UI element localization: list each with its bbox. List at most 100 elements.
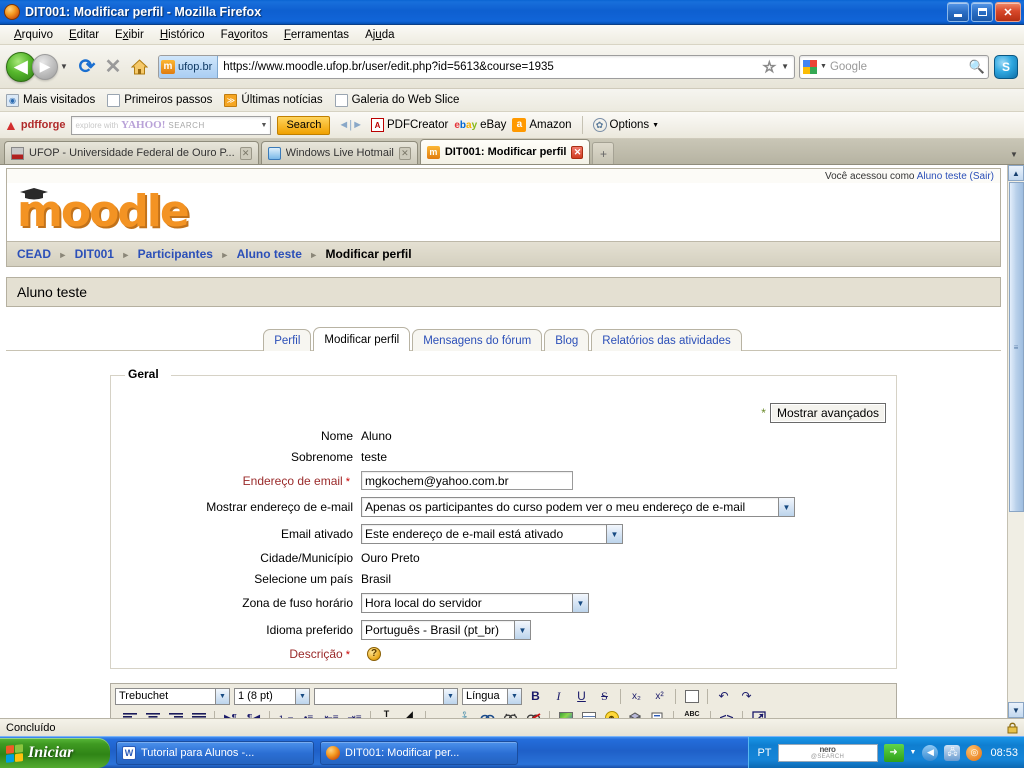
unlink-button[interactable] — [501, 709, 520, 718]
search-engine-dropdown-button[interactable]: ▼ — [820, 63, 827, 70]
minimize-button[interactable] — [947, 2, 969, 22]
maximize-button[interactable] — [971, 2, 993, 22]
language-select[interactable]: Português - Brasil (pt_br) ▼ — [361, 620, 531, 640]
reload-button[interactable]: ⟳ — [74, 54, 100, 80]
language-editor-select[interactable]: Língua ▼ — [462, 687, 522, 705]
breadcrumb-dit001[interactable]: DIT001 — [75, 247, 114, 261]
text-direction-rtl-button[interactable]: ¶◀ — [244, 709, 263, 719]
remove-link-button[interactable] — [524, 709, 543, 718]
redo-button[interactable]: ↷ — [737, 687, 756, 705]
tab-dit001-modificar-perfil[interactable]: m DIT001: Modificar perfil ✕ — [419, 139, 591, 164]
insert-emoticon-button[interactable]: ☻ — [602, 709, 621, 718]
chevron-down-icon[interactable]: ▼ — [910, 749, 917, 756]
network-icon[interactable]: 🖧 — [944, 744, 961, 761]
email-enabled-select[interactable]: Este endereço de e-mail está ativado ▼ — [361, 524, 623, 544]
bold-button[interactable]: B — [526, 687, 545, 705]
logout-link[interactable]: (Sair) — [970, 171, 994, 182]
tab-perfil[interactable]: Perfil — [263, 329, 312, 351]
stop-button[interactable]: ✕ — [100, 54, 126, 80]
tab-blog[interactable]: Blog — [544, 329, 590, 351]
unordered-list-button[interactable]: •≡ — [299, 709, 318, 719]
toolbar-pdfcreator[interactable]: A PDFCreator — [370, 118, 448, 132]
strikethrough-button[interactable]: S — [595, 687, 614, 705]
tab-mensagens-do-forum[interactable]: Mensagens do fórum — [412, 329, 543, 351]
font-family-select[interactable]: Trebuchet ▼ — [115, 687, 230, 705]
align-justify-button[interactable] — [189, 709, 208, 718]
close-icon[interactable]: ✕ — [398, 146, 411, 160]
align-center-button[interactable] — [143, 709, 162, 718]
font-color-button[interactable]: T — [377, 709, 396, 719]
toolbar-ebay[interactable]: ebay eBay — [454, 119, 506, 131]
insert-link-button[interactable] — [478, 709, 497, 718]
menu-exibir[interactable]: Exibir — [107, 27, 152, 43]
undo-button[interactable]: ↶ — [714, 687, 733, 705]
yahoo-search-input[interactable]: explore with YAHOO! SEARCH ▼ — [71, 115, 272, 135]
login-user-link[interactable]: Aluno teste — [917, 171, 967, 182]
nero-search-box[interactable]: nero @SEARCH — [777, 743, 878, 762]
search-input[interactable]: Google — [830, 61, 966, 73]
tab-ufop[interactable]: UFOP - Universidade Federal de Ouro P...… — [4, 141, 259, 164]
underline-button[interactable]: U — [572, 687, 591, 705]
toolbar-grip[interactable]: ◄|► — [336, 119, 365, 131]
scrollbar-thumb[interactable]: ≡ — [1008, 182, 1024, 512]
url-dropdown-button[interactable]: ▼ — [779, 62, 794, 71]
bookmark-primeiros-passos[interactable]: Primeiros passos — [107, 93, 212, 107]
insert-table-button[interactable] — [579, 709, 598, 718]
horizontal-rule-button[interactable]: — — [432, 709, 451, 718]
paste-button[interactable] — [648, 709, 667, 718]
search-bar[interactable]: ▼ Google 🔍 — [799, 54, 989, 79]
menu-editar[interactable]: Editar — [61, 27, 107, 43]
text-direction-ltr-button[interactable]: ▶¶ — [221, 709, 240, 719]
skype-button[interactable]: S — [994, 54, 1018, 79]
breadcrumb-participantes[interactable]: Participantes — [138, 247, 213, 261]
font-size-select[interactable]: 1 (8 pt) ▼ — [234, 687, 310, 705]
search-icon[interactable]: 🔍 — [969, 59, 985, 75]
toolbar-options-button[interactable]: ✿ Options ▼ — [592, 118, 659, 132]
update-icon[interactable]: ◎ — [966, 744, 983, 761]
scroll-down-button[interactable]: ▼ — [1008, 702, 1024, 718]
start-button[interactable]: Iniciar — [0, 738, 110, 768]
menu-ferramentas[interactable]: Ferramentas — [276, 27, 357, 43]
url-bar[interactable]: m ufop.br https://www.moodle.ufop.br/use… — [158, 54, 795, 79]
url-input[interactable]: https://www.moodle.ufop.br/user/edit.php… — [218, 61, 759, 73]
email-input[interactable]: mgkochem@yahoo.com.br — [361, 471, 573, 490]
align-left-button[interactable] — [120, 709, 139, 718]
toolbar-amazon[interactable]: a Amazon — [512, 118, 572, 132]
menu-historico[interactable]: Histórico — [152, 27, 213, 43]
home-button[interactable] — [126, 54, 152, 80]
history-dropdown-button[interactable]: ▼ — [58, 54, 70, 80]
menu-ajuda[interactable]: Ajuda — [357, 27, 402, 43]
outdent-button[interactable]: ⇤≡ — [322, 709, 341, 719]
subscript-button[interactable]: x₂ — [627, 687, 646, 705]
pdfforge-logo[interactable]: ▲ pdfforge — [4, 118, 65, 132]
bookmark-ultimas-noticias[interactable]: ≫ Últimas notícias — [224, 93, 323, 107]
close-icon[interactable]: ✕ — [571, 145, 584, 159]
spellcheck-button[interactable]: ABC ✓ — [680, 709, 704, 718]
format-select[interactable]: ▼ — [314, 687, 458, 705]
timezone-select[interactable]: Hora local do servidor ▼ — [361, 593, 589, 613]
menu-favoritos[interactable]: Favoritos — [213, 27, 276, 43]
site-identity-badge[interactable]: m ufop.br — [159, 55, 219, 78]
fullscreen-button[interactable] — [749, 709, 768, 718]
breadcrumb-cead[interactable]: CEAD — [17, 247, 51, 261]
forward-button[interactable]: ▶ — [32, 53, 58, 80]
html-source-button[interactable]: <> — [717, 709, 736, 718]
show-hidden-icons-button[interactable]: ◀ — [922, 744, 939, 761]
align-right-button[interactable] — [166, 709, 185, 718]
taskbar-item-tutorial[interactable]: W Tutorial para Alunos -... — [116, 740, 314, 765]
close-button[interactable]: ✕ — [995, 2, 1021, 22]
page-scrollbar[interactable]: ▲ ≡ ▼ — [1007, 165, 1024, 718]
show-advanced-button[interactable]: Mostrar avançados — [769, 403, 886, 423]
language-indicator[interactable]: PT — [757, 747, 771, 759]
insert-image-button[interactable] — [556, 709, 575, 718]
scroll-up-button[interactable]: ▲ — [1008, 165, 1024, 181]
tab-relatorios-das-atividades[interactable]: Relatórios das atividades — [591, 329, 742, 351]
bookmark-mais-visitados[interactable]: ◉ Mais visitados — [6, 93, 95, 107]
show-email-select[interactable]: Apenas os participantes do curso podem v… — [361, 497, 795, 517]
insert-media-button[interactable] — [625, 709, 644, 718]
ordered-list-button[interactable]: ⒈≡ — [276, 709, 295, 719]
tab-list-button[interactable]: ▼ — [1006, 144, 1022, 164]
background-color-button[interactable]: ◢ — [400, 709, 419, 719]
bookmark-galeria-web-slice[interactable]: Galeria do Web Slice — [334, 93, 459, 107]
cleanup-html-button[interactable] — [682, 687, 701, 705]
